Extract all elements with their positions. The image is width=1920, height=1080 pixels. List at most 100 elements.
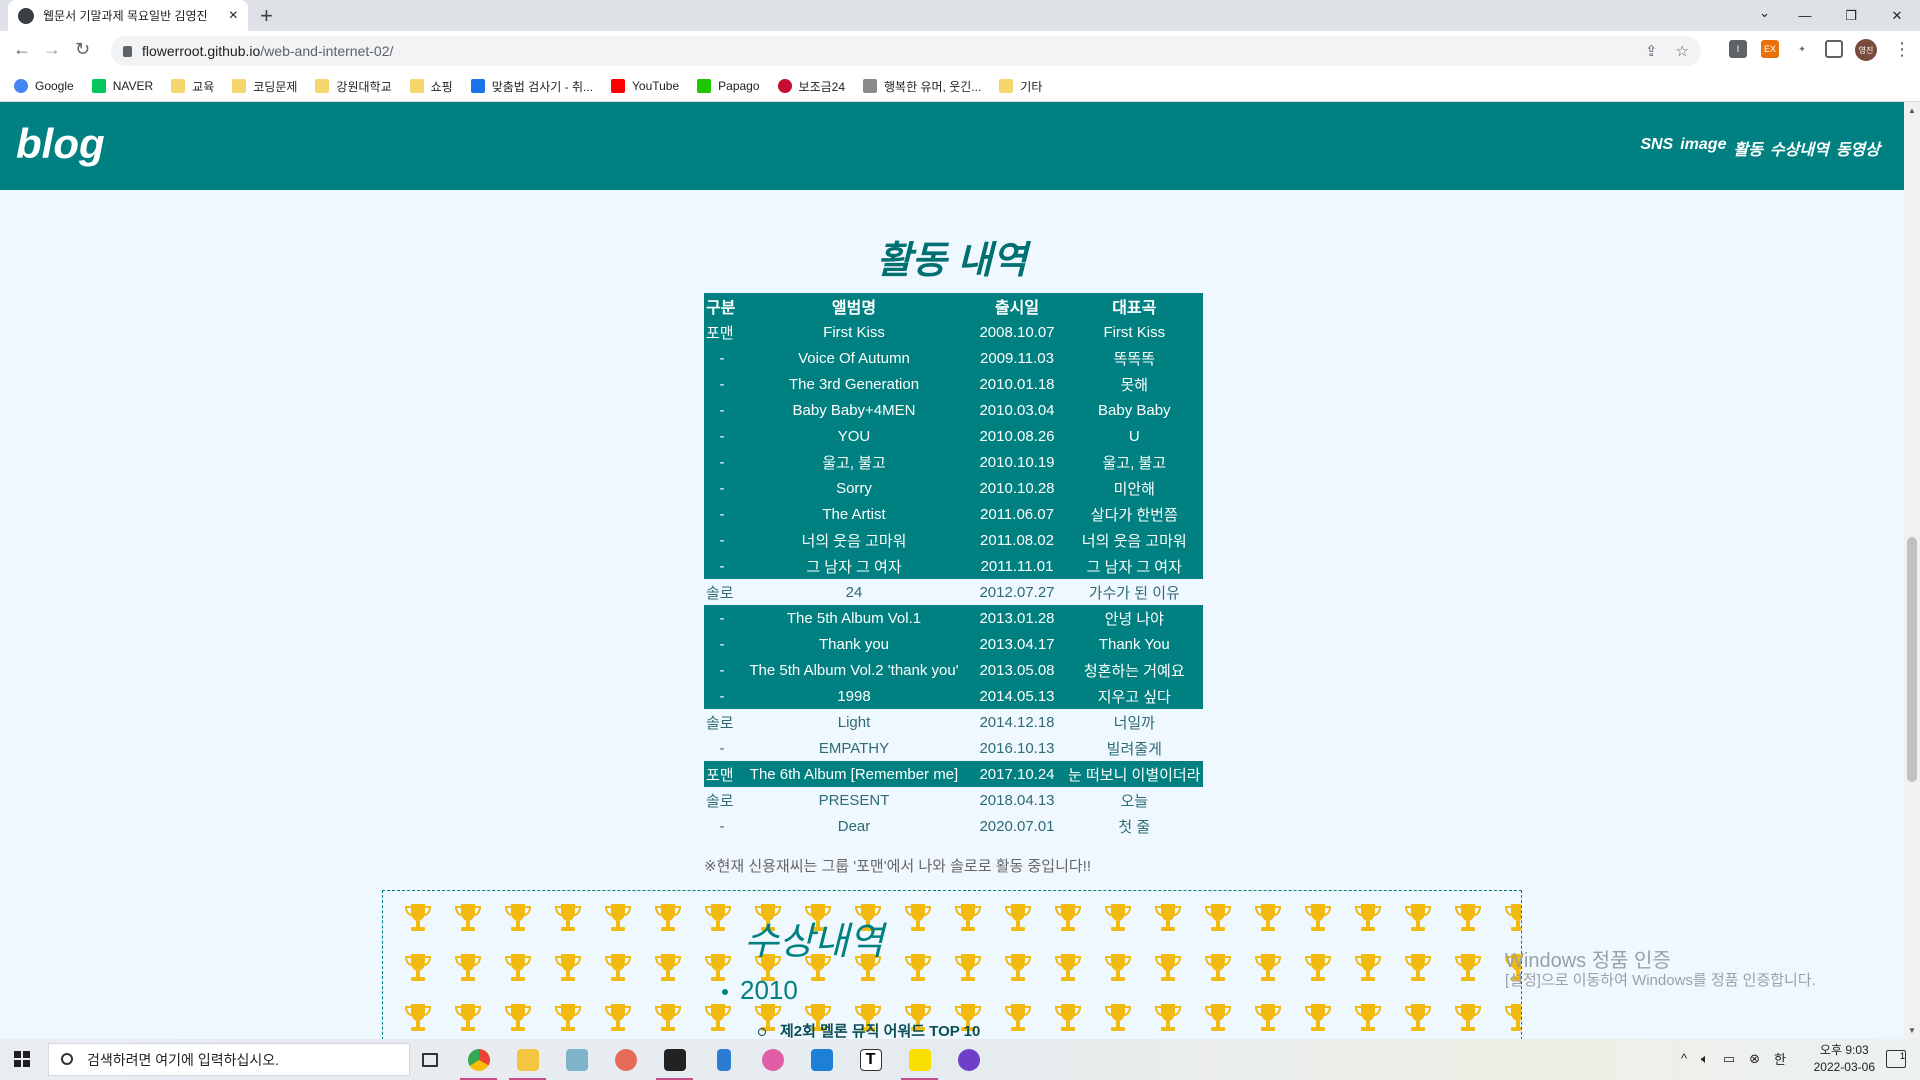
table-row: 포맨 First Kiss 2008.10.07 First Kiss <box>704 319 1203 345</box>
bookmark-star-icon[interactable]: ☆ <box>1676 42 1689 60</box>
browser-tab[interactable]: 웹문서 기말과제 목요일반 김영진 × <box>8 0 248 31</box>
notification-icon[interactable]: 1 <box>1886 1050 1906 1068</box>
lock-icon[interactable] <box>123 45 132 57</box>
trophy-icon <box>443 1001 493 1037</box>
avatar[interactable]: 영진 <box>1855 39 1877 61</box>
trophy-icon <box>543 951 593 987</box>
bookmark-folder[interactable]: 쇼핑 <box>409 78 453 95</box>
bookmark-folder[interactable]: 강원대학교 <box>315 78 392 95</box>
bookmark-folder[interactable]: 교육 <box>171 78 214 95</box>
table-cell: - <box>719 817 725 835</box>
folder-icon <box>315 79 330 93</box>
table-cell: 2011.11.01 <box>980 557 1054 575</box>
taskbar-clock[interactable]: 오후 9:03 2022-03-06 <box>1814 1042 1875 1076</box>
table-cell: First Kiss <box>823 323 885 341</box>
kakaotalk-icon[interactable] <box>895 1039 944 1080</box>
sticky-notes-icon[interactable] <box>650 1039 699 1080</box>
trophy-icon <box>1393 951 1443 987</box>
ime-indicator[interactable]: 한 <box>1774 1049 1786 1068</box>
puzzle-icon[interactable]: ✦ <box>1793 40 1811 58</box>
youtube-icon <box>611 79 625 93</box>
nav-link-image[interactable]: image <box>1680 136 1726 160</box>
side-panel-icon[interactable] <box>1825 40 1843 58</box>
bookmark-subsidy[interactable]: 보조금24 <box>777 78 845 95</box>
menu-icon[interactable]: ⋮ <box>1893 39 1911 60</box>
table-row: - 울고, 불고 2010.10.19 울고, 불고 <box>704 449 1203 475</box>
site-logo[interactable]: blog <box>16 120 105 168</box>
trophy-icon <box>1093 951 1143 987</box>
bookmark-spellcheck[interactable]: 맞춤법 검사기 - 취... <box>470 78 593 95</box>
bookmark-humor[interactable]: 행복한 유머, 웃긴... <box>863 78 981 95</box>
chevron-up-icon[interactable]: ^ <box>1681 1051 1687 1066</box>
trophy-icon <box>493 1001 543 1037</box>
bookmark-youtube[interactable]: YouTube <box>611 79 679 93</box>
trophy-icon <box>1293 1001 1343 1037</box>
taskbar-search-input[interactable]: 검색하려면 여기에 입력하십시오. <box>48 1043 410 1076</box>
close-window-button[interactable]: ✕ <box>1874 0 1920 31</box>
reload-button[interactable]: ↻ <box>75 39 90 60</box>
nav-link-video[interactable]: 동영상 <box>1836 136 1880 160</box>
table-cell: 너의 웃음 고마워 <box>1081 532 1187 550</box>
bookmark-google[interactable]: Google <box>14 79 74 93</box>
table-cell: 2014.05.13 <box>979 687 1055 705</box>
nav-link-awards[interactable]: 수상내역 <box>1770 136 1829 160</box>
scroll-up-icon[interactable]: ▲ <box>1908 106 1916 115</box>
blocked-icon[interactable]: ⊗ <box>1749 1051 1760 1067</box>
window-controls: — ❐ ✕ <box>1782 0 1920 31</box>
vscode-icon[interactable] <box>797 1039 846 1080</box>
notepad-icon[interactable] <box>699 1039 748 1080</box>
table-cell: 빌려줄게 <box>1106 740 1162 758</box>
task-view-icon[interactable] <box>405 1039 454 1080</box>
table-cell: - <box>719 635 725 653</box>
scrollbar-thumb[interactable] <box>1907 537 1917 782</box>
extension-icon[interactable]: EX <box>1761 40 1779 58</box>
table-row: - The 5th Album Vol.2 'thank you' 2013.05.… <box>704 657 1203 683</box>
github-desktop-icon[interactable] <box>944 1039 993 1080</box>
windows-start-icon[interactable] <box>14 1051 30 1067</box>
share-icon[interactable]: ⇪ <box>1645 42 1658 60</box>
table-cell: The 3rd Generation <box>788 375 920 393</box>
tab-strip: 웹문서 기말과제 목요일반 김영진 × + ⌄ — ❐ ✕ <box>0 0 1920 31</box>
app-icon[interactable] <box>552 1039 601 1080</box>
minimize-button[interactable]: — <box>1782 0 1828 31</box>
volume-icon[interactable]: 🔈︎ <box>1701 1051 1709 1067</box>
file-explorer-icon[interactable] <box>503 1039 552 1080</box>
nav-link-activity[interactable]: 활동 <box>1733 136 1762 160</box>
network-icon[interactable]: ▭ <box>1723 1051 1735 1067</box>
bookmark-papago[interactable]: Papago <box>697 79 760 93</box>
table-row: 솔로 24 2012.07.27 가수가 된 이유 <box>704 579 1203 605</box>
trophy-icon <box>1143 951 1193 987</box>
new-tab-button[interactable]: + <box>260 3 273 29</box>
trophy-icon <box>1393 901 1443 937</box>
trophy-icon <box>1493 1001 1521 1037</box>
paint-icon[interactable] <box>601 1039 650 1080</box>
table-cell: 2017.10.24 <box>979 765 1055 783</box>
address-bar[interactable]: flowerroot.github.io/web-and-internet-02… <box>111 36 1701 66</box>
trophy-icon <box>943 951 993 987</box>
restore-button[interactable]: ❐ <box>1828 0 1874 31</box>
trophy-icon <box>643 901 693 937</box>
itunes-icon[interactable] <box>748 1039 797 1080</box>
folder-icon <box>409 79 424 93</box>
table-cell: 똑똑똑 <box>1113 350 1155 368</box>
close-tab-icon[interactable]: × <box>229 7 238 25</box>
back-button[interactable]: ← <box>13 39 31 60</box>
tab-search-icon[interactable]: ⌄ <box>1759 5 1770 21</box>
site-nav: SNS image 활동 수상내역 동영상 <box>1640 136 1880 160</box>
trophy-icon <box>1143 901 1193 937</box>
scroll-down-icon[interactable]: ▼ <box>1908 1026 1916 1035</box>
table-cell: 첫 줄 <box>1118 818 1151 836</box>
activation-watermark-text: [설정]으로 이동하여 Windows를 정품 인증합니다. <box>1505 972 1816 989</box>
folder-icon <box>171 79 186 93</box>
forward-button[interactable]: → <box>43 39 61 60</box>
trophy-icon <box>1143 1001 1193 1037</box>
bookmark-naver[interactable]: NAVER <box>91 79 153 93</box>
typora-icon[interactable]: T <box>846 1039 895 1080</box>
page-scrollbar[interactable]: ▲ ▼ <box>1904 102 1920 1039</box>
bookmark-folder[interactable]: 코딩문제 <box>232 78 297 95</box>
bookmark-folder[interactable]: 기타 <box>999 78 1042 95</box>
trophy-icon <box>1193 1001 1243 1037</box>
extension-icon[interactable]: I <box>1729 40 1747 58</box>
chrome-icon[interactable] <box>454 1039 503 1080</box>
nav-link-sns[interactable]: SNS <box>1640 136 1673 160</box>
